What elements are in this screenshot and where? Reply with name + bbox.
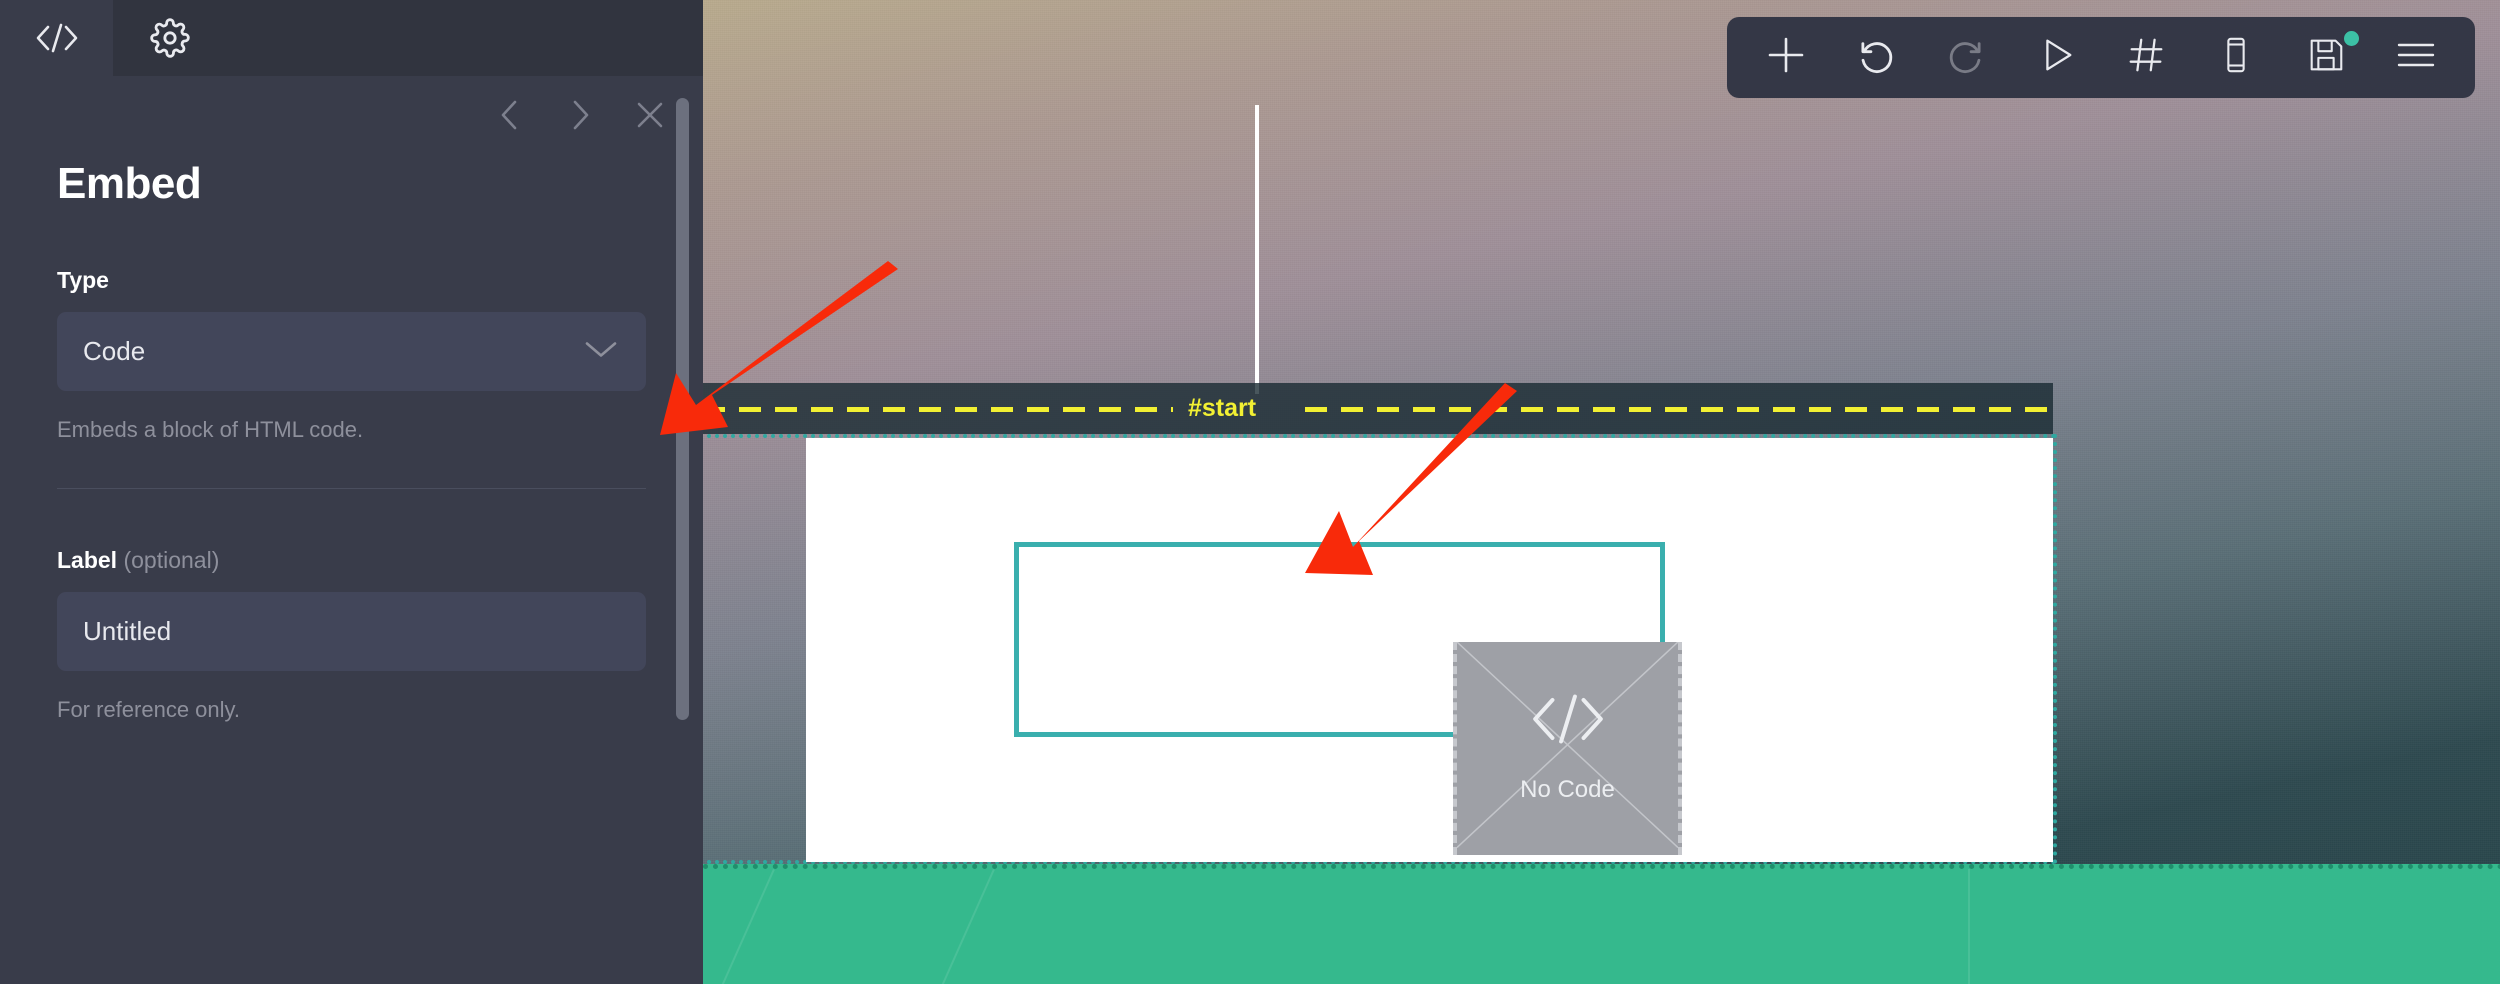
preview-button[interactable]: [2011, 17, 2101, 98]
start-marker-dash-right: [1305, 407, 2053, 412]
page-title: Embed: [57, 159, 202, 208]
chevron-down-icon: [584, 339, 618, 364]
gear-icon: [149, 18, 190, 58]
redo-icon: [1945, 34, 1987, 81]
canvas-toolbar: [1727, 17, 2475, 98]
responsive-button[interactable]: [2191, 17, 2281, 98]
panel-back-button[interactable]: [491, 96, 529, 134]
grid-button[interactable]: [2101, 17, 2191, 98]
design-canvas[interactable]: #start No Code: [703, 0, 2500, 984]
code-brackets-icon: [1530, 693, 1606, 750]
undo-icon: [1855, 34, 1897, 81]
panel-nav-buttons: [491, 96, 669, 134]
type-select-value: Code: [83, 336, 146, 366]
decor-line: [1968, 869, 1970, 984]
app-root: Embed Type Code Embeds a block of HTML c…: [0, 0, 2500, 984]
decor-line: [822, 869, 995, 984]
decor-line: [703, 869, 775, 984]
start-marker-label: #start: [1188, 394, 1257, 422]
sidebar-tabbar: [0, 0, 703, 76]
type-select[interactable]: Code: [57, 312, 646, 391]
label-field-label: Label (optional): [57, 547, 646, 574]
undo-button[interactable]: [1831, 17, 1921, 98]
unsaved-changes-badge: [2344, 31, 2359, 46]
plus-icon: [1764, 33, 1808, 82]
panel-close-button[interactable]: [631, 96, 669, 134]
no-code-label: No Code: [1520, 776, 1615, 803]
inspector-panel-body: Embed Type Code Embeds a block of HTML c…: [0, 159, 703, 984]
play-icon: [2035, 34, 2077, 81]
white-content-block[interactable]: No Code: [806, 438, 2053, 862]
redo-button[interactable]: [1921, 17, 2011, 98]
type-field-label: Type: [57, 267, 646, 294]
menu-button[interactable]: [2371, 17, 2461, 98]
green-footer-section[interactable]: [703, 864, 2500, 984]
type-label-text: Type: [57, 267, 109, 293]
mobile-device-icon: [2215, 34, 2257, 81]
label-helper-text: For reference only.: [57, 697, 241, 722]
label-label-text: Label: [57, 547, 118, 573]
embed-selection-frame[interactable]: No Code: [1014, 542, 1682, 855]
tabbar-filler: [226, 0, 703, 76]
tab-settings[interactable]: [113, 0, 226, 76]
hamburger-menu-icon: [2394, 38, 2438, 77]
label-optional-suffix: (optional): [123, 547, 220, 573]
hash-grid-icon: [2125, 34, 2167, 81]
save-button[interactable]: [2281, 17, 2371, 98]
section-divider: [57, 488, 646, 489]
sidebar-scrollbar[interactable]: [676, 98, 689, 720]
type-helper-text: Embeds a block of HTML code.: [57, 417, 364, 442]
label-input-value: Untitled: [83, 616, 172, 646]
code-brackets-icon: [35, 23, 79, 53]
panel-forward-button[interactable]: [561, 96, 599, 134]
add-button[interactable]: [1741, 17, 1831, 98]
section-start-marker: #start: [703, 383, 2053, 434]
no-code-placeholder[interactable]: No Code: [1453, 642, 1682, 855]
label-input[interactable]: Untitled: [57, 592, 646, 671]
vertical-guide-line: [1255, 105, 1259, 394]
tab-code[interactable]: [0, 0, 113, 76]
save-floppy-icon: [2305, 34, 2347, 81]
start-marker-dash-left: [703, 407, 1173, 412]
inspector-sidebar: Embed Type Code Embeds a block of HTML c…: [0, 0, 703, 984]
